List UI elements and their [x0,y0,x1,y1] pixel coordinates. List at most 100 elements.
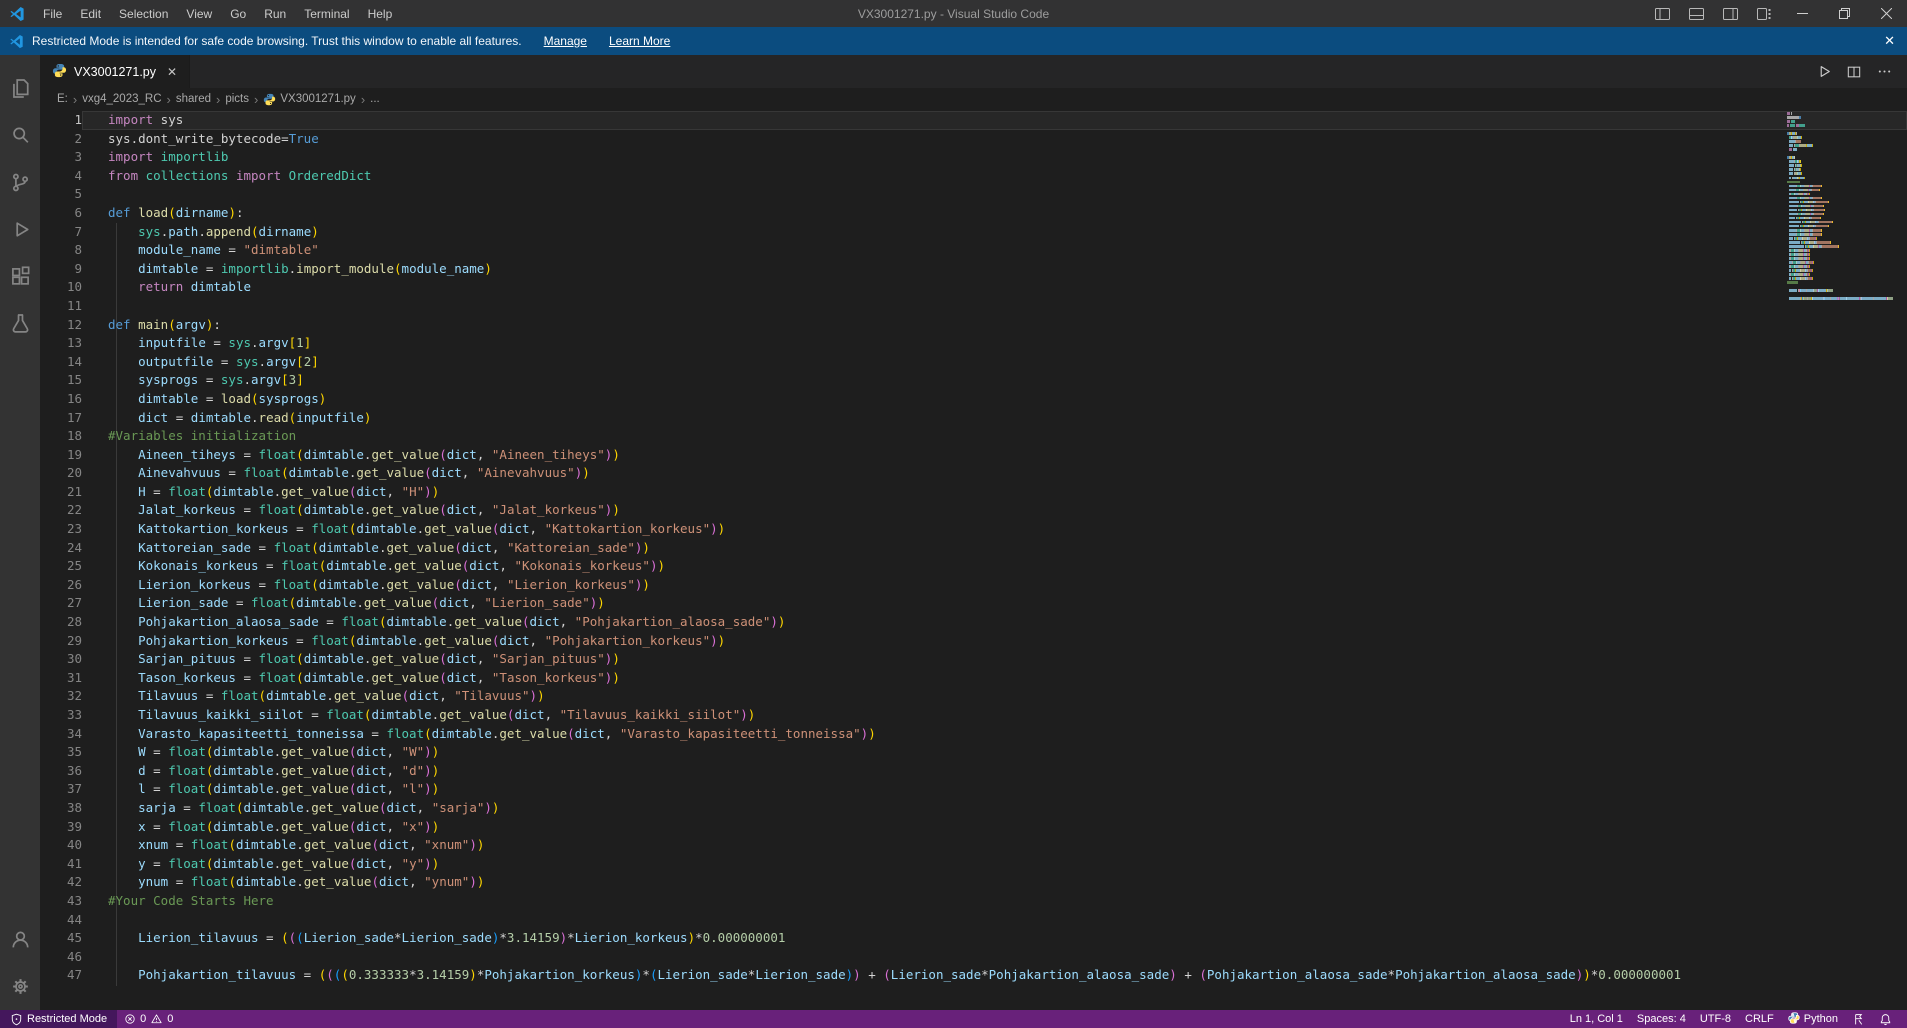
menu-run[interactable]: Run [255,0,295,27]
menu-view[interactable]: View [177,0,221,27]
menu-go[interactable]: Go [221,0,255,27]
line-number[interactable]: 29 [40,632,82,651]
minimize-button[interactable] [1781,0,1823,27]
line-number[interactable]: 47 [40,966,82,985]
line-number[interactable]: 8 [40,241,82,260]
run-python-file-icon[interactable] [1811,59,1837,85]
source-control-icon[interactable] [0,159,40,206]
encoding-status[interactable]: UTF-8 [1693,1010,1738,1028]
banner-close-icon[interactable]: ✕ [1884,33,1895,49]
tab-vx3001271[interactable]: VX3001271.py ✕ [40,55,190,88]
line-number[interactable]: 38 [40,799,82,818]
line-number[interactable]: 4 [40,167,82,186]
line-number[interactable]: 27 [40,594,82,613]
extensions-icon[interactable] [0,253,40,300]
toggle-panel-icon[interactable] [1679,0,1713,27]
code-line-content: Tason_korkeus = float(dimtable.get_value… [82,669,1907,688]
line-number[interactable]: 37 [40,780,82,799]
testing-icon[interactable] [0,300,40,347]
toggle-secondary-sidebar-icon[interactable] [1713,0,1747,27]
line-number[interactable]: 15 [40,371,82,390]
line-number[interactable]: 40 [40,836,82,855]
menu-terminal[interactable]: Terminal [295,0,358,27]
menu-edit[interactable]: Edit [71,0,110,27]
breadcrumb-segment--[interactable]: ... [370,93,380,105]
line-number[interactable]: 5 [40,185,82,204]
indentation-status[interactable]: Spaces: 4 [1630,1010,1693,1028]
line-number[interactable]: 41 [40,855,82,874]
breadcrumb-segment-picts[interactable]: picts [225,93,249,105]
split-editor-icon[interactable] [1841,59,1867,85]
line-number[interactable]: 30 [40,650,82,669]
problems-status[interactable]: 0 0 [117,1010,180,1028]
line-number[interactable]: 45 [40,929,82,948]
accounts-icon[interactable] [0,916,40,963]
code-line: 21 H = float(dimtable.get_value(dict, "H… [40,483,1907,502]
line-number[interactable]: 43 [40,892,82,911]
toggle-primary-sidebar-icon[interactable] [1645,0,1679,27]
breadcrumb-segment-e-[interactable]: E: [57,93,68,105]
run-and-debug-icon[interactable] [0,206,40,253]
menu-selection[interactable]: Selection [110,0,177,27]
line-number[interactable]: 12 [40,316,82,335]
close-window-button[interactable] [1865,0,1907,27]
line-number[interactable]: 33 [40,706,82,725]
line-number[interactable]: 35 [40,743,82,762]
line-number[interactable]: 19 [40,446,82,465]
code-line-content: l = float(dimtable.get_value(dict, "l")) [82,780,1907,799]
line-number[interactable]: 42 [40,873,82,892]
breadcrumb-segment-shared[interactable]: shared [176,93,211,105]
line-number[interactable]: 2 [40,130,82,149]
line-number[interactable]: 46 [40,948,82,967]
settings-gear-icon[interactable] [0,963,40,1010]
breadcrumb-segment-vx3001271-py[interactable]: VX3001271.py [263,93,355,106]
line-number[interactable]: 11 [40,297,82,316]
line-number[interactable]: 26 [40,576,82,595]
notifications-bell-icon[interactable] [1872,1010,1899,1028]
tab-close-icon[interactable]: ✕ [167,65,177,79]
language-mode[interactable]: Python [1781,1010,1845,1028]
line-number[interactable]: 23 [40,520,82,539]
line-number[interactable]: 6 [40,204,82,223]
menu-file[interactable]: File [34,0,71,27]
line-number[interactable]: 36 [40,762,82,781]
explorer-icon[interactable] [0,65,40,112]
line-number[interactable]: 3 [40,148,82,167]
line-number[interactable]: 16 [40,390,82,409]
line-number[interactable]: 31 [40,669,82,688]
eol-status[interactable]: CRLF [1738,1010,1781,1028]
learn-more-link[interactable]: Learn More [609,34,670,48]
restricted-mode-status[interactable]: Restricted Mode [0,1010,117,1028]
manage-link[interactable]: Manage [544,34,587,48]
line-number[interactable]: 18 [40,427,82,446]
line-number[interactable]: 7 [40,223,82,242]
feedback-icon[interactable] [1845,1010,1872,1028]
line-number[interactable]: 1 [40,111,82,130]
breadcrumb-segment-vxg4-2023-rc[interactable]: vxg4_2023_RC [82,93,161,105]
line-number[interactable]: 13 [40,334,82,353]
customize-layout-icon[interactable] [1747,0,1781,27]
line-number[interactable]: 28 [40,613,82,632]
restore-button[interactable] [1823,0,1865,27]
minimap-line [1787,257,1897,260]
line-number[interactable]: 14 [40,353,82,372]
code-editor[interactable]: 1import sys2sys.dont_write_bytecode=True… [40,110,1907,1010]
line-number[interactable]: 22 [40,501,82,520]
breadcrumb-separator: › [216,92,220,107]
line-number[interactable]: 24 [40,539,82,558]
cursor-position[interactable]: Ln 1, Col 1 [1563,1010,1630,1028]
line-number[interactable]: 10 [40,278,82,297]
line-number[interactable]: 34 [40,725,82,744]
line-number[interactable]: 25 [40,557,82,576]
line-number[interactable]: 39 [40,818,82,837]
minimap[interactable] [1787,112,1897,301]
line-number[interactable]: 32 [40,687,82,706]
search-icon[interactable] [0,112,40,159]
line-number[interactable]: 21 [40,483,82,502]
line-number[interactable]: 17 [40,409,82,428]
line-number[interactable]: 20 [40,464,82,483]
more-actions-icon[interactable] [1871,59,1897,85]
line-number[interactable]: 44 [40,911,82,930]
line-number[interactable]: 9 [40,260,82,279]
menu-help[interactable]: Help [359,0,402,27]
